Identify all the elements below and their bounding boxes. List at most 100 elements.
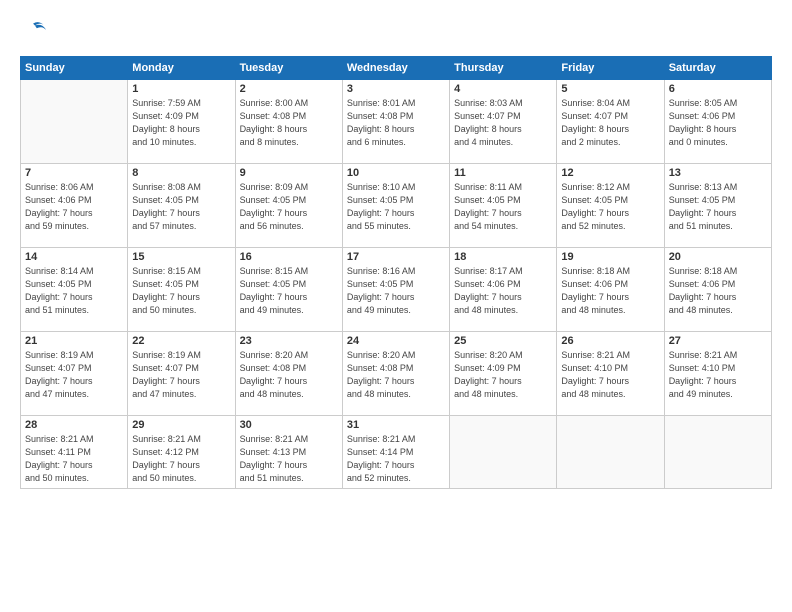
day-number: 22 bbox=[132, 335, 230, 347]
day-number: 15 bbox=[132, 251, 230, 263]
calendar-cell: 30 Sunrise: 8:21 AMSunset: 4:13 PMDayligh… bbox=[235, 416, 342, 489]
calendar-cell: 20 Sunrise: 8:18 AMSunset: 4:06 PMDayligh… bbox=[664, 248, 771, 332]
weekday-header-thursday: Thursday bbox=[450, 57, 557, 80]
calendar-cell: 15 Sunrise: 8:15 AMSunset: 4:05 PMDayligh… bbox=[128, 248, 235, 332]
day-info: Sunrise: 8:03 AMSunset: 4:07 PMDaylight:… bbox=[454, 97, 552, 149]
calendar-cell: 29 Sunrise: 8:21 AMSunset: 4:12 PMDayligh… bbox=[128, 416, 235, 489]
calendar-cell: 17 Sunrise: 8:16 AMSunset: 4:05 PMDayligh… bbox=[342, 248, 449, 332]
weekday-header-row: SundayMondayTuesdayWednesdayThursdayFrid… bbox=[21, 57, 772, 80]
day-info: Sunrise: 8:21 AMSunset: 4:12 PMDaylight:… bbox=[132, 433, 230, 485]
weekday-header-friday: Friday bbox=[557, 57, 664, 80]
calendar-cell: 5Sunrise: 8:04 AMSunset: 4:07 PMDaylight… bbox=[557, 80, 664, 164]
day-number: 3 bbox=[347, 83, 445, 95]
logo-icon bbox=[20, 18, 48, 46]
day-number: 2 bbox=[240, 83, 338, 95]
day-info: Sunrise: 8:00 AMSunset: 4:08 PMDaylight:… bbox=[240, 97, 338, 149]
day-number: 29 bbox=[132, 419, 230, 431]
header bbox=[20, 18, 772, 46]
day-info: Sunrise: 8:14 AMSunset: 4:05 PMDaylight:… bbox=[25, 265, 123, 317]
calendar-cell: 1 Sunrise: 7:59 AMSunset: 4:09 PMDaylight… bbox=[128, 80, 235, 164]
calendar-cell bbox=[450, 416, 557, 489]
day-number: 30 bbox=[240, 419, 338, 431]
calendar-cell: 11 Sunrise: 8:11 AMSunset: 4:05 PMDayligh… bbox=[450, 164, 557, 248]
day-info: Sunrise: 8:09 AMSunset: 4:05 PMDaylight:… bbox=[240, 181, 338, 233]
weekday-header-sunday: Sunday bbox=[21, 57, 128, 80]
calendar-cell: 13Sunrise: 8:13 AMSunset: 4:05 PMDayligh… bbox=[664, 164, 771, 248]
day-number: 26 bbox=[561, 335, 659, 347]
day-info: Sunrise: 7:59 AMSunset: 4:09 PMDaylight:… bbox=[132, 97, 230, 149]
day-info: Sunrise: 8:17 AMSunset: 4:06 PMDaylight:… bbox=[454, 265, 552, 317]
calendar-cell: 6 Sunrise: 8:05 AMSunset: 4:06 PMDaylight… bbox=[664, 80, 771, 164]
calendar-cell: 8 Sunrise: 8:08 AMSunset: 4:05 PMDaylight… bbox=[128, 164, 235, 248]
week-row-4: 21 Sunrise: 8:19 AMSunset: 4:07 PMDayligh… bbox=[21, 332, 772, 416]
day-info: Sunrise: 8:21 AMSunset: 4:10 PMDaylight:… bbox=[561, 349, 659, 401]
day-info: Sunrise: 8:21 AMSunset: 4:14 PMDaylight:… bbox=[347, 433, 445, 485]
week-row-2: 7Sunrise: 8:06 AMSunset: 4:06 PMDaylight… bbox=[21, 164, 772, 248]
day-info: Sunrise: 8:15 AMSunset: 4:05 PMDaylight:… bbox=[132, 265, 230, 317]
day-number: 1 bbox=[132, 83, 230, 95]
day-number: 8 bbox=[132, 167, 230, 179]
day-info: Sunrise: 8:20 AMSunset: 4:08 PMDaylight:… bbox=[240, 349, 338, 401]
weekday-header-monday: Monday bbox=[128, 57, 235, 80]
day-number: 25 bbox=[454, 335, 552, 347]
day-number: 16 bbox=[240, 251, 338, 263]
calendar-cell: 14 Sunrise: 8:14 AMSunset: 4:05 PMDayligh… bbox=[21, 248, 128, 332]
calendar-cell bbox=[21, 80, 128, 164]
calendar-cell: 10 Sunrise: 8:10 AMSunset: 4:05 PMDayligh… bbox=[342, 164, 449, 248]
day-number: 14 bbox=[25, 251, 123, 263]
day-number: 23 bbox=[240, 335, 338, 347]
calendar-cell: 23 Sunrise: 8:20 AMSunset: 4:08 PMDayligh… bbox=[235, 332, 342, 416]
calendar-cell: 18Sunrise: 8:17 AMSunset: 4:06 PMDayligh… bbox=[450, 248, 557, 332]
weekday-header-saturday: Saturday bbox=[664, 57, 771, 80]
day-info: Sunrise: 8:19 AMSunset: 4:07 PMDaylight:… bbox=[25, 349, 123, 401]
day-number: 19 bbox=[561, 251, 659, 263]
day-number: 31 bbox=[347, 419, 445, 431]
weekday-header-wednesday: Wednesday bbox=[342, 57, 449, 80]
day-number: 28 bbox=[25, 419, 123, 431]
page: SundayMondayTuesdayWednesdayThursdayFrid… bbox=[0, 0, 792, 612]
day-info: Sunrise: 8:16 AMSunset: 4:05 PMDaylight:… bbox=[347, 265, 445, 317]
day-info: Sunrise: 8:04 AMSunset: 4:07 PMDaylight:… bbox=[561, 97, 659, 149]
day-info: Sunrise: 8:11 AMSunset: 4:05 PMDaylight:… bbox=[454, 181, 552, 233]
day-number: 11 bbox=[454, 167, 552, 179]
day-info: Sunrise: 8:18 AMSunset: 4:06 PMDaylight:… bbox=[561, 265, 659, 317]
day-number: 10 bbox=[347, 167, 445, 179]
day-number: 20 bbox=[669, 251, 767, 263]
calendar-cell: 31 Sunrise: 8:21 AMSunset: 4:14 PMDayligh… bbox=[342, 416, 449, 489]
day-info: Sunrise: 8:12 AMSunset: 4:05 PMDaylight:… bbox=[561, 181, 659, 233]
day-info: Sunrise: 8:10 AMSunset: 4:05 PMDaylight:… bbox=[347, 181, 445, 233]
week-row-5: 28 Sunrise: 8:21 AMSunset: 4:11 PMDayligh… bbox=[21, 416, 772, 489]
day-number: 24 bbox=[347, 335, 445, 347]
calendar-cell: 12Sunrise: 8:12 AMSunset: 4:05 PMDayligh… bbox=[557, 164, 664, 248]
day-info: Sunrise: 8:20 AMSunset: 4:09 PMDaylight:… bbox=[454, 349, 552, 401]
calendar-cell: 24 Sunrise: 8:20 AMSunset: 4:08 PMDayligh… bbox=[342, 332, 449, 416]
week-row-3: 14 Sunrise: 8:14 AMSunset: 4:05 PMDayligh… bbox=[21, 248, 772, 332]
calendar: SundayMondayTuesdayWednesdayThursdayFrid… bbox=[20, 56, 772, 489]
day-number: 4 bbox=[454, 83, 552, 95]
day-info: Sunrise: 8:08 AMSunset: 4:05 PMDaylight:… bbox=[132, 181, 230, 233]
calendar-cell: 22 Sunrise: 8:19 AMSunset: 4:07 PMDayligh… bbox=[128, 332, 235, 416]
day-number: 13 bbox=[669, 167, 767, 179]
day-number: 6 bbox=[669, 83, 767, 95]
day-info: Sunrise: 8:19 AMSunset: 4:07 PMDaylight:… bbox=[132, 349, 230, 401]
calendar-cell: 21 Sunrise: 8:19 AMSunset: 4:07 PMDayligh… bbox=[21, 332, 128, 416]
day-info: Sunrise: 8:18 AMSunset: 4:06 PMDaylight:… bbox=[669, 265, 767, 317]
day-number: 27 bbox=[669, 335, 767, 347]
week-row-1: 1 Sunrise: 7:59 AMSunset: 4:09 PMDaylight… bbox=[21, 80, 772, 164]
calendar-cell: 2 Sunrise: 8:00 AMSunset: 4:08 PMDaylight… bbox=[235, 80, 342, 164]
calendar-cell: 25 Sunrise: 8:20 AMSunset: 4:09 PMDayligh… bbox=[450, 332, 557, 416]
day-info: Sunrise: 8:05 AMSunset: 4:06 PMDaylight:… bbox=[669, 97, 767, 149]
day-info: Sunrise: 8:21 AMSunset: 4:10 PMDaylight:… bbox=[669, 349, 767, 401]
calendar-cell: 16 Sunrise: 8:15 AMSunset: 4:05 PMDayligh… bbox=[235, 248, 342, 332]
day-info: Sunrise: 8:21 AMSunset: 4:13 PMDaylight:… bbox=[240, 433, 338, 485]
day-number: 21 bbox=[25, 335, 123, 347]
calendar-cell: 19 Sunrise: 8:18 AMSunset: 4:06 PMDayligh… bbox=[557, 248, 664, 332]
day-info: Sunrise: 8:21 AMSunset: 4:11 PMDaylight:… bbox=[25, 433, 123, 485]
day-info: Sunrise: 8:01 AMSunset: 4:08 PMDaylight:… bbox=[347, 97, 445, 149]
day-info: Sunrise: 8:15 AMSunset: 4:05 PMDaylight:… bbox=[240, 265, 338, 317]
weekday-header-tuesday: Tuesday bbox=[235, 57, 342, 80]
day-number: 7 bbox=[25, 167, 123, 179]
day-number: 17 bbox=[347, 251, 445, 263]
day-info: Sunrise: 8:20 AMSunset: 4:08 PMDaylight:… bbox=[347, 349, 445, 401]
calendar-cell bbox=[557, 416, 664, 489]
